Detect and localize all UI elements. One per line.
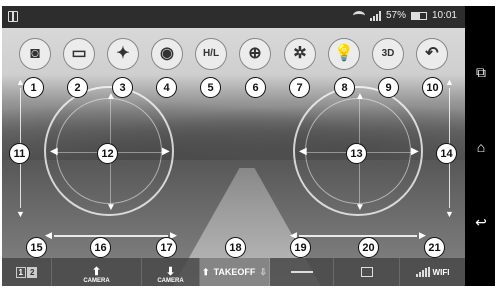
gyro-calibrate-button[interactable]: ✦ (107, 38, 139, 70)
callout-16: 16 (90, 237, 111, 258)
callout-20: 20 (358, 237, 379, 258)
camera-up-button[interactable]: ⬆ CAMERA (52, 258, 142, 286)
takeoff-label: TAKEOFF (213, 267, 256, 277)
callout-19: 19 (290, 237, 311, 258)
callout-2: 2 (67, 77, 88, 98)
status-bar: 57% 10:01 (2, 6, 465, 28)
stop-bar-icon (290, 271, 313, 273)
light-button[interactable]: 💡 (328, 38, 360, 70)
back-arrow-icon: ↶ (425, 45, 439, 62)
mode-2-label: 2 (27, 266, 38, 278)
left-joystick-left-icon: ◀ (50, 146, 58, 157)
right-joystick-down-icon: ▼ (355, 202, 365, 213)
left-trim-down-icon[interactable]: ▼ (16, 210, 25, 219)
right-htrim-right-icon[interactable]: ▶ (419, 231, 426, 240)
flip-button[interactable]: ✲ (284, 38, 316, 70)
left-horizontal-trim[interactable] (54, 235, 168, 237)
wifi-status-icon (352, 11, 365, 20)
battery-percent: 57% (385, 10, 406, 21)
eye-icon: ◉ (160, 45, 174, 62)
right-trim-up-icon[interactable]: ▲ (445, 78, 454, 87)
flip-icon: ✲ (293, 45, 307, 62)
stop-button[interactable] (270, 258, 334, 286)
recent-apps-icon[interactable]: ⧉ (473, 64, 489, 80)
callout-9: 9 (378, 77, 399, 98)
gallery-button[interactable] (334, 258, 400, 286)
left-joystick-down-icon: ▼ (106, 202, 116, 213)
left-htrim-left-icon[interactable]: ◀ (45, 231, 52, 240)
back-button[interactable]: ↶ (416, 38, 448, 70)
signal-icon (369, 10, 381, 21)
status-indicators: 57% 10:01 (352, 10, 457, 21)
callout-12: 12 (97, 143, 118, 164)
callout-6: 6 (245, 77, 266, 98)
camera-down-button[interactable]: ⬇ CAMERA (142, 258, 200, 286)
right-joystick-up-icon: ▲ (355, 91, 365, 102)
notification-icon (8, 11, 18, 22)
right-joystick-right-icon: ▶ (411, 146, 419, 157)
battery-icon (410, 11, 427, 20)
left-joystick-right-icon: ▶ (162, 146, 170, 157)
callout-8: 8 (334, 77, 355, 98)
headless-icon: ⊕ (248, 45, 262, 62)
camera-up-label: CAMERA (83, 278, 110, 284)
wifi-label: WIFI (432, 267, 450, 277)
takeoff-button[interactable]: ⬆ TAKEOFF ⇩ (200, 258, 270, 286)
light-bulb-icon: 💡 (334, 45, 354, 62)
camera-down-arrow-icon: ⬇ (165, 266, 176, 278)
callout-14: 14 (436, 143, 457, 164)
takeoff-up-icon: ⬆ (202, 266, 210, 277)
callout-15: 15 (26, 237, 47, 258)
wifi-signal-icon (415, 267, 430, 277)
callout-5: 5 (200, 77, 221, 98)
wifi-indicator: WIFI (400, 258, 465, 286)
camera-down-label: CAMERA (157, 278, 184, 284)
camera-icon: ◙ (30, 45, 40, 62)
callout-13: 13 (346, 143, 367, 164)
callout-21: 21 (424, 237, 445, 258)
gyro-calibrate-icon: ✦ (116, 45, 130, 62)
back-icon[interactable]: ↩ (473, 214, 489, 230)
callout-11: 11 (9, 143, 30, 164)
gallery-icon (360, 267, 373, 277)
callout-17: 17 (156, 237, 177, 258)
camera-up-arrow-icon: ⬆ (91, 266, 102, 278)
right-horizontal-trim[interactable] (299, 235, 417, 237)
mode-switch[interactable]: 1 2 (2, 258, 52, 286)
land-down-icon: ⇩ (259, 266, 267, 277)
home-icon[interactable]: ⌂ (473, 139, 489, 155)
clock: 10:01 (431, 10, 457, 21)
callout-10: 10 (422, 77, 443, 98)
navigation-bar: ⧉ ⌂ ↩ (465, 6, 495, 286)
3d-label: 3D (381, 48, 395, 59)
callout-1: 1 (23, 77, 44, 98)
app-frame: 57% 10:01 ◙ ▭ ✦ ◉ H/L ⊕ ✲ 💡 3D ↶ ▲ ▼ ▲ ▼ (0, 0, 495, 289)
view-button[interactable]: ◉ (151, 38, 183, 70)
video-button[interactable]: ▭ (63, 38, 95, 70)
headless-button[interactable]: ⊕ (239, 38, 271, 70)
speed-button[interactable]: H/L (195, 38, 227, 70)
callout-3: 3 (112, 77, 133, 98)
photo-button[interactable]: ◙ (19, 38, 51, 70)
high-low-label: H/L (202, 48, 220, 59)
callout-18: 18 (225, 237, 246, 258)
right-trim-down-icon[interactable]: ▼ (445, 210, 454, 219)
mode-1-label: 1 (15, 266, 26, 278)
video-icon: ▭ (71, 45, 87, 62)
3d-view-button[interactable]: 3D (372, 38, 404, 70)
callout-4: 4 (156, 77, 177, 98)
callout-7: 7 (289, 77, 310, 98)
right-joystick-left-icon: ◀ (299, 146, 307, 157)
bottom-bar: 1 2 ⬆ CAMERA ⬇ CAMERA ⬆ TAKEOFF ⇩ WIFI (2, 258, 465, 286)
